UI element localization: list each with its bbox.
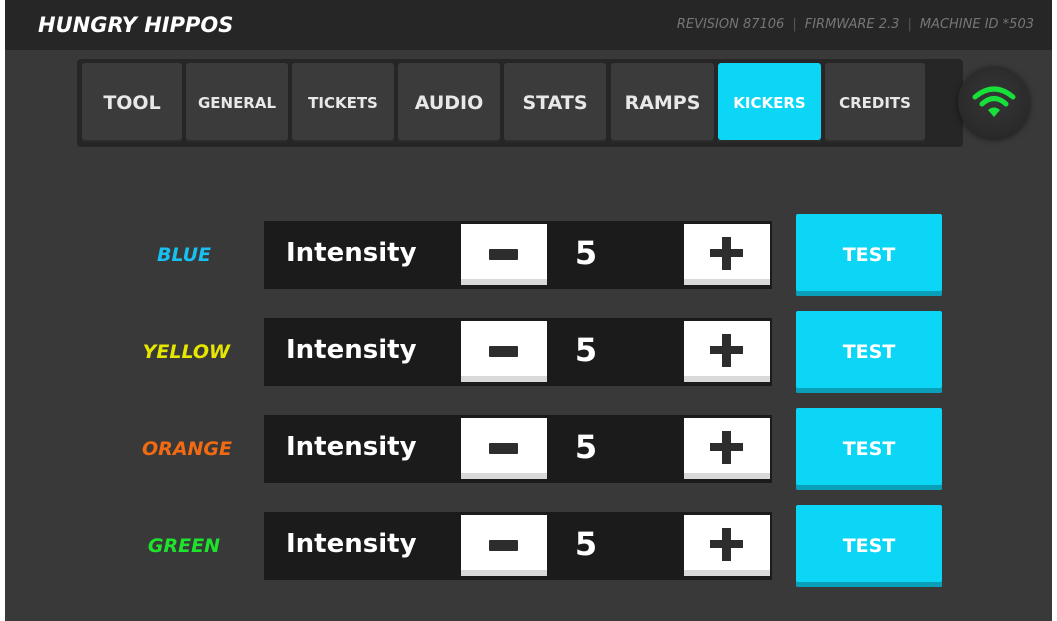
- tab-credits[interactable]: CREDITS: [825, 63, 925, 142]
- intensity-value-blue: 5: [574, 234, 598, 272]
- app-title: HUNGRY HIPPOS: [38, 13, 234, 37]
- test-button-orange[interactable]: TEST: [796, 408, 942, 490]
- intensity-label: Intensity: [286, 432, 417, 462]
- intensity-label: Intensity: [286, 335, 417, 365]
- test-button-yellow[interactable]: TEST: [796, 311, 942, 393]
- tab-audio[interactable]: AUDIO: [398, 63, 500, 142]
- kicker-label-green: GREEN: [147, 535, 220, 557]
- intensity-label: Intensity: [286, 529, 417, 559]
- app-window: HUNGRY HIPPOS REVISION 87106 | FIRMWARE 2.…: [5, 0, 1052, 621]
- intensity-value-orange: 5: [574, 428, 598, 466]
- separator: |: [907, 17, 912, 32]
- test-button-green[interactable]: TEST: [796, 505, 942, 587]
- tab-bar: TOOL GENERAL TICKETS AUDIO STATS RAMPS K…: [77, 59, 963, 147]
- minus-icon: [489, 540, 518, 551]
- intensity-control-yellow: Intensity 5: [264, 318, 772, 386]
- tab-stats[interactable]: STATS: [504, 63, 606, 142]
- test-button-blue[interactable]: TEST: [796, 214, 942, 296]
- machine-info: REVISION 87106 | FIRMWARE 2.3 | MACHINE ID *…: [677, 17, 1034, 32]
- tab-tickets[interactable]: TICKETS: [292, 63, 394, 142]
- machine-id-text: MACHINE ID *503: [919, 17, 1034, 32]
- minus-icon: [489, 346, 518, 357]
- kicker-label-orange: ORANGE: [142, 438, 232, 460]
- intensity-value-green: 5: [574, 525, 598, 563]
- header-bar: HUNGRY HIPPOS REVISION 87106 | FIRMWARE 2.…: [5, 0, 1052, 50]
- wifi-button[interactable]: [958, 66, 1030, 138]
- tab-kickers[interactable]: KICKERS: [718, 63, 821, 142]
- intensity-control-blue: Intensity 5: [264, 221, 772, 289]
- firmware-text: FIRMWARE 2.3: [804, 17, 900, 32]
- wifi-icon: [972, 86, 1016, 117]
- kicker-label-yellow: YELLOW: [142, 341, 230, 363]
- intensity-value-yellow: 5: [574, 331, 598, 369]
- decrease-button-green[interactable]: [461, 515, 547, 576]
- decrease-button-orange[interactable]: [461, 418, 547, 479]
- increase-button-orange[interactable]: [684, 418, 770, 479]
- tab-ramps[interactable]: RAMPS: [611, 63, 714, 142]
- decrease-button-yellow[interactable]: [461, 321, 547, 382]
- intensity-control-orange: Intensity 5: [264, 415, 772, 483]
- minus-icon: [489, 443, 518, 454]
- tab-tool[interactable]: TOOL: [82, 63, 182, 142]
- minus-icon: [489, 249, 518, 260]
- decrease-button-blue[interactable]: [461, 224, 547, 285]
- intensity-label: Intensity: [286, 238, 417, 268]
- kicker-label-blue: BLUE: [157, 244, 211, 266]
- increase-button-blue[interactable]: [684, 224, 770, 285]
- increase-button-green[interactable]: [684, 515, 770, 576]
- increase-button-yellow[interactable]: [684, 321, 770, 382]
- tab-general[interactable]: GENERAL: [186, 63, 288, 142]
- revision-text: REVISION 87106: [676, 17, 785, 32]
- separator: |: [792, 17, 797, 32]
- intensity-control-green: Intensity 5: [264, 512, 772, 580]
